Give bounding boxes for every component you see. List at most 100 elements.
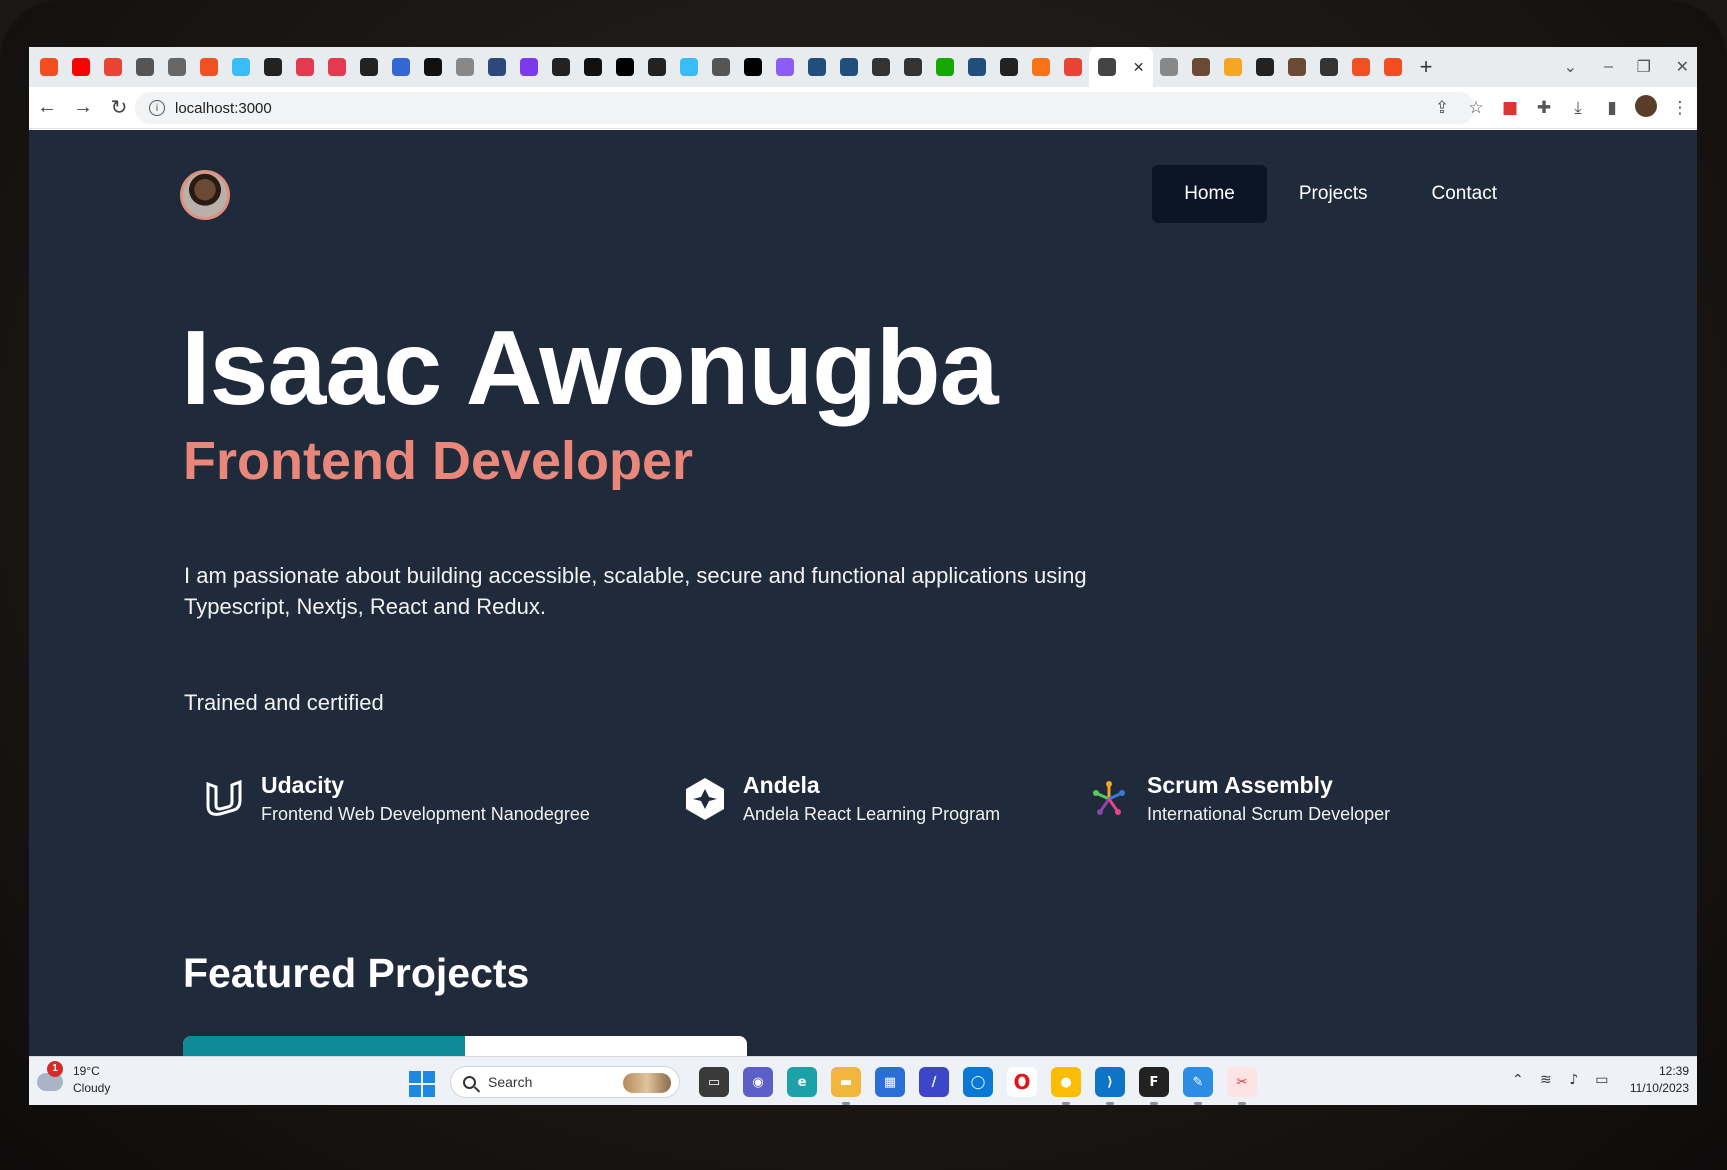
browser-tab[interactable] bbox=[769, 47, 801, 87]
profile-icon bbox=[1192, 58, 1210, 76]
chrome-icon[interactable]: ● bbox=[1051, 1067, 1081, 1105]
browser-tab[interactable] bbox=[577, 47, 609, 87]
figma-icon[interactable]: F bbox=[1139, 1067, 1169, 1105]
bootstrap-icon bbox=[520, 58, 538, 76]
browser-tab[interactable] bbox=[257, 47, 289, 87]
extension-icon[interactable]: ■ bbox=[1493, 98, 1527, 118]
browser-tab[interactable] bbox=[961, 47, 993, 87]
browser-tab[interactable] bbox=[289, 47, 321, 87]
browser-tab[interactable] bbox=[321, 47, 353, 87]
close-window-icon[interactable]: ✕ bbox=[1676, 47, 1689, 87]
browser-tab[interactable] bbox=[513, 47, 545, 87]
toolbar-actions: ⇪ ☆ ■ ✚ ⤓ ▮ ⋮ bbox=[1425, 87, 1697, 129]
browser-tab[interactable] bbox=[641, 47, 673, 87]
browser-tab[interactable] bbox=[1153, 47, 1185, 87]
windows-start-icon[interactable] bbox=[409, 1071, 435, 1097]
share-icon[interactable]: ⇪ bbox=[1425, 98, 1459, 118]
browser-tab[interactable] bbox=[609, 47, 641, 87]
browser-tab[interactable] bbox=[449, 47, 481, 87]
browser-tab[interactable] bbox=[129, 47, 161, 87]
task-view-icon[interactable]: ▭ bbox=[699, 1067, 729, 1097]
browser-tab[interactable] bbox=[737, 47, 769, 87]
side-panel-icon[interactable]: ▮ bbox=[1595, 98, 1629, 118]
more-menu-icon[interactable]: ⋮ bbox=[1663, 98, 1697, 118]
profile-icon bbox=[1288, 58, 1306, 76]
app-icon[interactable]: ◯ bbox=[963, 1067, 993, 1097]
browser-tab[interactable] bbox=[1185, 47, 1217, 87]
browser-tab[interactable] bbox=[161, 47, 193, 87]
profile-avatar-icon[interactable] bbox=[1629, 94, 1663, 122]
chevron-up-icon[interactable]: ⌃ bbox=[1504, 1072, 1532, 1088]
project-card[interactable] bbox=[183, 1036, 747, 1056]
new-tab-button[interactable]: + bbox=[1409, 54, 1443, 80]
browser-tab[interactable] bbox=[385, 47, 417, 87]
vscode-icon[interactable]: ⟩ bbox=[1095, 1067, 1125, 1105]
bookmark-star-icon[interactable]: ☆ bbox=[1459, 98, 1493, 118]
browser-tab[interactable] bbox=[193, 47, 225, 87]
browser-tab[interactable] bbox=[1249, 47, 1281, 87]
browser-tab[interactable] bbox=[97, 47, 129, 87]
browser-tab[interactable] bbox=[1217, 47, 1249, 87]
browser-tab[interactable] bbox=[545, 47, 577, 87]
browser-tab[interactable] bbox=[1345, 47, 1377, 87]
battery-icon[interactable]: ▭ bbox=[1588, 1072, 1616, 1088]
site-info-icon[interactable]: i bbox=[149, 100, 165, 116]
browser-tab[interactable] bbox=[225, 47, 257, 87]
browser-tab[interactable] bbox=[993, 47, 1025, 87]
reload-icon[interactable]: ↻ bbox=[101, 95, 137, 120]
clock[interactable]: 12:39 11/10/2023 bbox=[1630, 1063, 1689, 1097]
browser-tab[interactable] bbox=[353, 47, 385, 87]
browser-toolbar: ← → ↻ i localhost:3000 ⇪ ☆ ■ ✚ ⤓ ▮ ⋮ bbox=[29, 87, 1697, 129]
teams-chat-icon[interactable]: ◉ bbox=[743, 1067, 773, 1097]
opera-icon[interactable]: O bbox=[1007, 1067, 1037, 1097]
close-tab-icon[interactable]: ✕ bbox=[1133, 59, 1145, 76]
browser-tab[interactable] bbox=[417, 47, 449, 87]
nav-contact[interactable]: Contact bbox=[1400, 165, 1529, 223]
browser-tab[interactable] bbox=[1281, 47, 1313, 87]
browser-tab[interactable] bbox=[705, 47, 737, 87]
snipping-tool-icon[interactable]: ✂ bbox=[1227, 1067, 1257, 1105]
paint-icon[interactable]: ✎ bbox=[1183, 1067, 1213, 1105]
nextjs-icon bbox=[744, 58, 762, 76]
forward-icon[interactable]: → bbox=[65, 96, 101, 119]
hero-name: Isaac Awonugba bbox=[181, 309, 999, 427]
browser-tab[interactable] bbox=[673, 47, 705, 87]
taskbar-search[interactable]: Search bbox=[450, 1066, 680, 1098]
wifi-icon[interactable]: ≋ bbox=[1532, 1072, 1560, 1088]
edge-icon[interactable]: e bbox=[787, 1067, 817, 1097]
weather-widget[interactable]: 1 19°C Cloudy bbox=[37, 1061, 110, 1097]
tab-search-icon[interactable]: ⌄ bbox=[1564, 47, 1577, 87]
file-explorer-icon[interactable]: ▬ bbox=[831, 1067, 861, 1105]
back-icon[interactable]: ← bbox=[29, 96, 65, 119]
browser-tab[interactable] bbox=[801, 47, 833, 87]
minimize-icon[interactable]: – bbox=[1604, 47, 1613, 87]
browser-tab[interactable] bbox=[929, 47, 961, 87]
volume-icon[interactable]: ♪ bbox=[1560, 1072, 1588, 1088]
avatar[interactable] bbox=[180, 170, 230, 220]
microsoft-store-icon[interactable]: ▦ bbox=[875, 1067, 905, 1097]
browser-tab[interactable] bbox=[897, 47, 929, 87]
browser-tab[interactable] bbox=[481, 47, 513, 87]
browser-tab[interactable]: ✕ bbox=[1089, 47, 1153, 87]
address-bar[interactable]: i localhost:3000 bbox=[135, 92, 1475, 124]
tab-list: ✕ bbox=[33, 47, 1409, 87]
terminal-icon[interactable]: / bbox=[919, 1067, 949, 1097]
puzzle-icon[interactable]: ✚ bbox=[1527, 98, 1561, 118]
microsoft-icon bbox=[200, 58, 218, 76]
browser-tab[interactable] bbox=[833, 47, 865, 87]
browser-tab[interactable] bbox=[65, 47, 97, 87]
browser-tab[interactable] bbox=[33, 47, 65, 87]
record-icon bbox=[328, 58, 346, 76]
graduation-cap-icon bbox=[136, 58, 154, 76]
scrum-assembly-icon bbox=[1085, 775, 1133, 823]
nav-home[interactable]: Home bbox=[1152, 165, 1267, 223]
download-icon[interactable]: ⤓ bbox=[1561, 98, 1595, 118]
browser-tab[interactable] bbox=[865, 47, 897, 87]
restore-icon[interactable]: ❐ bbox=[1637, 47, 1651, 87]
browser-tab[interactable] bbox=[1313, 47, 1345, 87]
browser-tab[interactable] bbox=[1025, 47, 1057, 87]
nav-projects[interactable]: Projects bbox=[1267, 165, 1400, 223]
browser-tab[interactable] bbox=[1057, 47, 1089, 87]
taskbar-apps: ▭ ◉ e ▬ ▦ / ◯ O ● ⟩ F ✎ ✂ bbox=[699, 1067, 1271, 1105]
browser-tab[interactable] bbox=[1377, 47, 1409, 87]
